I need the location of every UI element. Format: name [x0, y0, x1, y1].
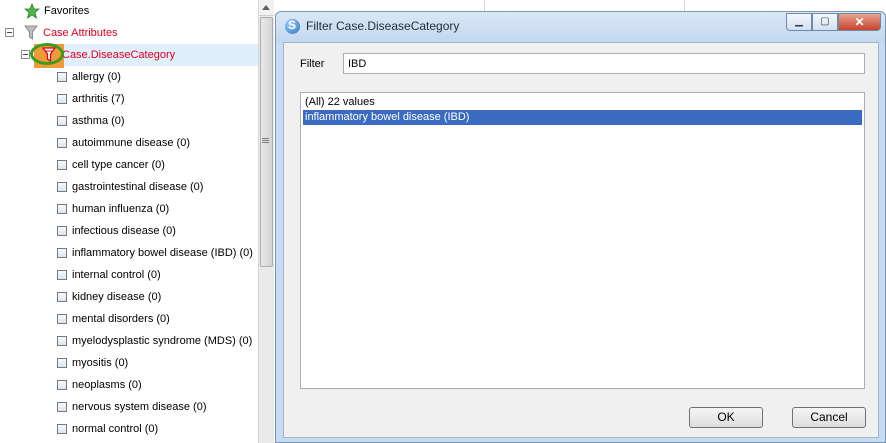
grip-icon: [262, 138, 269, 139]
checkbox[interactable]: [57, 292, 67, 302]
checkbox[interactable]: [57, 424, 67, 434]
checkbox[interactable]: [57, 72, 67, 82]
tree-item-label: human influenza (0): [72, 203, 170, 215]
tree-item[interactable]: neoplasms (0): [0, 374, 258, 396]
filter-dialog: Filter Case.DiseaseCategory ▁ ▢ ✕ Filter…: [275, 11, 886, 443]
tree-item[interactable]: normal control (0): [0, 418, 258, 440]
app-logo-icon: [285, 18, 300, 34]
maximize-icon: ▢: [820, 16, 830, 27]
close-button[interactable]: ✕: [838, 13, 881, 31]
checkbox[interactable]: [57, 182, 67, 192]
tree-node-case-attributes[interactable]: Case Attributes: [0, 22, 258, 44]
checkbox[interactable]: [57, 314, 67, 324]
circle-marker: [30, 43, 64, 65]
tree-item-label: infectious disease (0): [72, 225, 176, 237]
tree-item-label: inflammatory bowel disease (IBD) (0): [72, 247, 253, 259]
tree-item[interactable]: human influenza (0): [0, 198, 258, 220]
checkbox[interactable]: [57, 94, 67, 104]
tree-item-label: myelodysplastic syndrome (MDS) (0): [72, 335, 253, 347]
values-listbox[interactable]: (All) 22 values inflammatory bowel disea…: [300, 92, 865, 389]
tree-item-label: autoimmune disease (0): [72, 137, 191, 149]
filter-input[interactable]: [343, 53, 865, 74]
close-icon: ✕: [854, 15, 865, 29]
list-item-selected[interactable]: inflammatory bowel disease (IBD): [303, 110, 862, 125]
tree-item[interactable]: asthma (0): [0, 110, 258, 132]
tree-item-label: cell type cancer (0): [72, 159, 165, 171]
tree-item[interactable]: gastrointestinal disease (0): [0, 176, 258, 198]
tree-scrollbar[interactable]: [258, 0, 274, 443]
checkbox[interactable]: [57, 336, 67, 346]
filter-label: Filter: [300, 58, 325, 70]
tree-item[interactable]: mental disorders (0): [0, 308, 258, 330]
tree-item[interactable]: infectious disease (0): [0, 220, 258, 242]
checkbox[interactable]: [57, 402, 67, 412]
favorites-label: Favorites: [44, 5, 90, 17]
ok-button[interactable]: OK: [689, 407, 763, 428]
attribute-tree: Favorites Case Attributes Case.DiseaseCa…: [0, 0, 258, 443]
tree-item[interactable]: cell type cancer (0): [0, 154, 258, 176]
checkbox[interactable]: [57, 116, 67, 126]
tree-node-favorites[interactable]: Favorites: [0, 0, 258, 22]
checkbox[interactable]: [57, 270, 67, 280]
dialog-titlebar[interactable]: Filter Case.DiseaseCategory ▁ ▢ ✕: [276, 12, 885, 42]
tree-item-label: asthma (0): [72, 115, 125, 127]
checkbox[interactable]: [57, 248, 67, 258]
dialog-body: Filter (All) 22 values inflammatory bowe…: [283, 42, 879, 438]
minimize-icon: ▁: [795, 16, 803, 27]
tree-item-label: normal control (0): [72, 423, 159, 435]
checkbox[interactable]: [57, 204, 67, 214]
maximize-button[interactable]: ▢: [812, 13, 838, 31]
tree-item[interactable]: autoimmune disease (0): [0, 132, 258, 154]
checkbox[interactable]: [57, 226, 67, 236]
checkbox[interactable]: [57, 380, 67, 390]
tree-item[interactable]: internal control (0): [0, 264, 258, 286]
tree-item[interactable]: allergy (0): [0, 66, 258, 88]
tree-item-label: kidney disease (0): [72, 291, 162, 303]
tree-item-label: internal control (0): [72, 269, 161, 281]
tree-item[interactable]: kidney disease (0): [0, 286, 258, 308]
case-attributes-label: Case Attributes: [43, 27, 118, 39]
tree-item-label: myositis (0): [72, 357, 129, 369]
tree-item-label: nervous system disease (0): [72, 401, 207, 413]
list-item[interactable]: (All) 22 values: [303, 95, 862, 110]
scrollbar-thumb[interactable]: [260, 17, 273, 267]
tree-item[interactable]: inflammatory bowel disease (IBD) (0): [0, 242, 258, 264]
dialog-title: Filter Case.DiseaseCategory: [306, 19, 460, 33]
tree-item-label: neoplasms (0): [72, 379, 142, 391]
checkbox[interactable]: [57, 138, 67, 148]
tree-item[interactable]: myositis (0): [0, 352, 258, 374]
cancel-button[interactable]: Cancel: [792, 407, 866, 428]
star-icon: [24, 3, 40, 19]
tree-item[interactable]: nervous system disease (0): [0, 396, 258, 418]
checkbox[interactable]: [57, 160, 67, 170]
funnel-icon: [24, 25, 38, 40]
tree-item-label: allergy (0): [72, 71, 121, 83]
tree-item[interactable]: myelodysplastic syndrome (MDS) (0): [0, 330, 258, 352]
category-label: Case.DiseaseCategory: [62, 49, 176, 61]
checkbox[interactable]: [57, 358, 67, 368]
tree-item[interactable]: arthritis (7): [0, 88, 258, 110]
tree-item-label: mental disorders (0): [72, 313, 170, 325]
tree-item-label: arthritis (7): [72, 93, 125, 105]
tree-item-label: gastrointestinal disease (0): [72, 181, 204, 193]
minimize-button[interactable]: ▁: [786, 13, 812, 31]
scroll-up-button[interactable]: [259, 0, 274, 16]
